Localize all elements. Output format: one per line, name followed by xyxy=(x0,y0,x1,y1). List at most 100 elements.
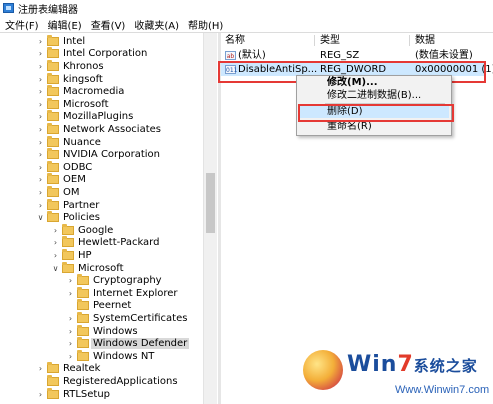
tree-item-label: OEM xyxy=(63,174,86,186)
tree-item-label: Policies xyxy=(63,212,100,224)
tree-item-label: Macromedia xyxy=(63,86,125,98)
chevron-right-icon[interactable]: › xyxy=(36,125,45,134)
tree-item[interactable]: › Nuance xyxy=(36,135,101,149)
tree-item-label: Peernet xyxy=(93,300,132,312)
tree-item-label: Internet Explorer xyxy=(93,287,178,299)
column-header-data[interactable]: 数据 xyxy=(415,34,435,47)
folder-icon xyxy=(62,223,74,235)
chevron-right-icon[interactable]: › xyxy=(36,87,45,96)
context-menu-modify[interactable]: 修改(M)... xyxy=(327,77,378,89)
tree-item[interactable]: Peernet xyxy=(66,299,132,313)
registry-key-tree[interactable]: › Intel › Intel Corporation › Khronos › kingsof… xyxy=(0,33,218,404)
tree-item[interactable]: › HP xyxy=(51,248,92,262)
tree-item[interactable]: › Cryptography xyxy=(66,274,162,287)
folder-icon xyxy=(47,97,59,109)
chevron-right-icon[interactable]: › xyxy=(36,364,45,373)
chevron-right-icon[interactable]: › xyxy=(36,175,45,184)
tree-item[interactable]: › MozillaPlugins xyxy=(36,110,134,124)
chevron-right-icon[interactable]: › xyxy=(36,49,45,58)
folder-icon xyxy=(47,198,59,210)
tree-item[interactable]: › Windows NT xyxy=(66,349,154,363)
chevron-right-icon[interactable]: › xyxy=(36,390,45,399)
context-menu-modify-binary[interactable]: 修改二进制数据(B)... xyxy=(327,90,421,102)
regedit-app-icon xyxy=(3,3,14,13)
folder-icon xyxy=(47,387,59,399)
tree-item[interactable]: › RTLSetup xyxy=(36,387,111,401)
chevron-right-icon[interactable]: › xyxy=(51,238,60,247)
context-menu-rename[interactable]: 重命名(R) xyxy=(327,121,372,133)
chevron-right-icon[interactable]: › xyxy=(36,100,45,109)
menu-edit[interactable]: 编辑(E) xyxy=(44,17,86,32)
tree-item-label: kingsoft xyxy=(63,73,103,85)
chevron-right-icon[interactable]: › xyxy=(51,251,60,260)
tree-item-label: MozillaPlugins xyxy=(63,111,134,123)
tree-item[interactable]: › Partner xyxy=(36,198,99,212)
tree-item[interactable]: › Network Associates xyxy=(36,122,161,136)
chevron-right-icon[interactable]: › xyxy=(66,314,75,323)
winwin7-logo-icon xyxy=(303,350,343,390)
chevron-right-icon[interactable]: › xyxy=(36,188,45,197)
tree-item-label: OM xyxy=(63,186,80,198)
tree-item[interactable]: › Khronos xyxy=(36,59,104,73)
folder-icon xyxy=(47,34,59,46)
menu-help[interactable]: 帮助(H) xyxy=(184,17,227,32)
tree-item[interactable]: › SystemCertificates xyxy=(66,311,187,325)
folder-icon xyxy=(77,311,89,323)
chevron-right-icon[interactable]: › xyxy=(66,327,75,336)
folder-icon xyxy=(47,135,59,147)
folder-icon xyxy=(77,286,89,298)
tree-item[interactable]: › kingsoft xyxy=(36,72,103,86)
tree-item[interactable]: ∨ Microsoft xyxy=(51,261,124,275)
chevron-right-icon[interactable]: › xyxy=(36,201,45,210)
menu-file[interactable]: 文件(F) xyxy=(1,17,43,32)
folder-icon xyxy=(77,274,89,286)
tree-item-label: RTLSetup xyxy=(63,388,111,400)
chevron-right-icon[interactable]: › xyxy=(36,75,45,84)
chevron-right-icon[interactable]: › xyxy=(36,37,45,46)
chevron-right-icon[interactable]: › xyxy=(66,339,75,348)
chevron-right-icon[interactable]: › xyxy=(66,289,75,298)
chevron-right-icon[interactable]: › xyxy=(36,112,45,121)
scrollbar-thumb[interactable] xyxy=(206,173,215,233)
column-header-type[interactable]: 类型 xyxy=(320,34,340,47)
tree-item[interactable]: › NVIDIA Corporation xyxy=(36,148,160,161)
tree-item-label: Google xyxy=(78,224,114,236)
tree-item[interactable]: › OEM xyxy=(36,173,86,187)
tree-item[interactable]: RegisteredApplications xyxy=(36,374,178,388)
tree-item[interactable]: › Windows xyxy=(66,324,138,338)
menu-view[interactable]: 查看(V) xyxy=(87,17,130,32)
tree-scrollbar[interactable] xyxy=(203,33,217,404)
chevron-down-icon[interactable]: ∨ xyxy=(36,213,45,222)
folder-icon xyxy=(77,349,89,361)
folder-icon xyxy=(77,299,89,311)
tree-item-label: Network Associates xyxy=(63,123,161,135)
tree-item[interactable]: › OM xyxy=(36,185,80,199)
tree-item[interactable]: › Hewlett-Packard xyxy=(51,236,159,250)
tree-item[interactable]: › Google xyxy=(51,223,114,237)
chevron-right-icon[interactable]: › xyxy=(36,62,45,71)
folder-icon xyxy=(47,362,59,374)
tree-item[interactable]: › Windows Defender xyxy=(66,337,190,350)
folder-icon xyxy=(47,374,59,386)
tree-item[interactable]: › Realtek xyxy=(36,362,100,376)
chevron-right-icon[interactable]: › xyxy=(36,138,45,147)
tree-item[interactable]: › Intel xyxy=(36,34,85,48)
callout-box-delete xyxy=(298,104,454,122)
tree-item[interactable]: › ODBC xyxy=(36,160,92,174)
tree-item[interactable]: › Microsoft xyxy=(36,97,109,111)
chevron-down-icon[interactable]: ∨ xyxy=(51,264,60,273)
chevron-right-icon[interactable]: › xyxy=(36,150,45,159)
chevron-right-icon[interactable]: › xyxy=(66,276,75,285)
menu-favorites[interactable]: 收藏夹(A) xyxy=(130,17,183,32)
tree-item[interactable]: › Intel Corporation xyxy=(36,47,147,61)
chevron-right-icon[interactable]: › xyxy=(66,352,75,361)
tree-item[interactable]: › Internet Explorer xyxy=(66,286,178,300)
folder-icon xyxy=(62,261,74,273)
column-header-name[interactable]: 名称 xyxy=(225,34,245,47)
tree-item-label: Cryptography xyxy=(93,275,162,287)
tree-item[interactable]: ∨ Policies xyxy=(36,211,100,224)
tree-item-label: Windows Defender xyxy=(91,338,190,350)
tree-item[interactable]: › Macromedia xyxy=(36,85,124,98)
chevron-right-icon[interactable]: › xyxy=(36,163,45,172)
chevron-right-icon[interactable]: › xyxy=(51,226,60,235)
